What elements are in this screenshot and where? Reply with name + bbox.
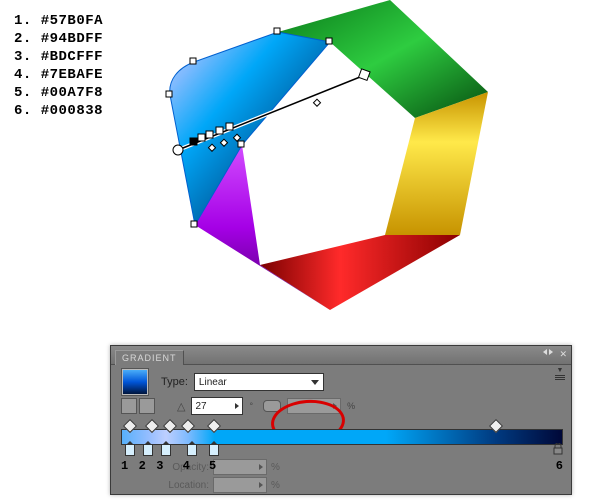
- location-input: [213, 477, 267, 493]
- stop-label: 5: [209, 459, 216, 473]
- color-stop[interactable]: [187, 444, 197, 456]
- location-label: Location:: [161, 480, 209, 491]
- gradient-panel: GRADIENT ✕ ▼ Type: Linear △ 27: [110, 345, 572, 495]
- type-label: Type:: [161, 376, 188, 388]
- stop-label: 6: [556, 459, 563, 473]
- color-stop[interactable]: [143, 444, 153, 456]
- aspect-link-icon[interactable]: [263, 400, 281, 412]
- angle-input[interactable]: 27: [191, 397, 243, 415]
- aspect-ratio-input[interactable]: [287, 398, 341, 414]
- color-stop[interactable]: [125, 444, 135, 456]
- angle-icon: △: [177, 400, 185, 413]
- pentagon-ribbon-artwork: [150, 0, 510, 354]
- stop-label: 2: [139, 459, 146, 473]
- degree-symbol: °: [249, 401, 253, 411]
- reverse-gradient-icon[interactable]: [121, 398, 137, 414]
- gradient-swatch[interactable]: [121, 368, 149, 396]
- panel-menu-icon[interactable]: ▼: [555, 367, 565, 380]
- color-stop[interactable]: [161, 444, 171, 456]
- stepper-icon[interactable]: [235, 403, 239, 409]
- stop-label: 1: [121, 459, 128, 473]
- stop-label: 3: [156, 459, 163, 473]
- chevron-down-icon: [311, 380, 319, 385]
- color-stop-end[interactable]: [553, 443, 563, 455]
- collapse-left-icon[interactable]: [543, 349, 547, 355]
- color-stop[interactable]: [209, 444, 219, 456]
- color-reference-list: 1. #57B0FA 2. #94BDFF 3. #BDCFFF 4. #7EB…: [14, 12, 103, 120]
- gradient-options-icon[interactable]: [139, 398, 155, 414]
- panel-tab-gradient[interactable]: GRADIENT: [115, 350, 184, 365]
- type-dropdown[interactable]: Linear: [194, 373, 324, 391]
- stop-label: 4: [183, 459, 190, 473]
- close-icon[interactable]: ✕: [559, 349, 567, 360]
- panel-header[interactable]: GRADIENT ✕: [111, 346, 571, 365]
- gradient-ramp[interactable]: 1 2 3 4 5 6: [121, 423, 561, 457]
- collapse-right-icon[interactable]: [549, 349, 553, 355]
- opacity-input: [213, 459, 267, 475]
